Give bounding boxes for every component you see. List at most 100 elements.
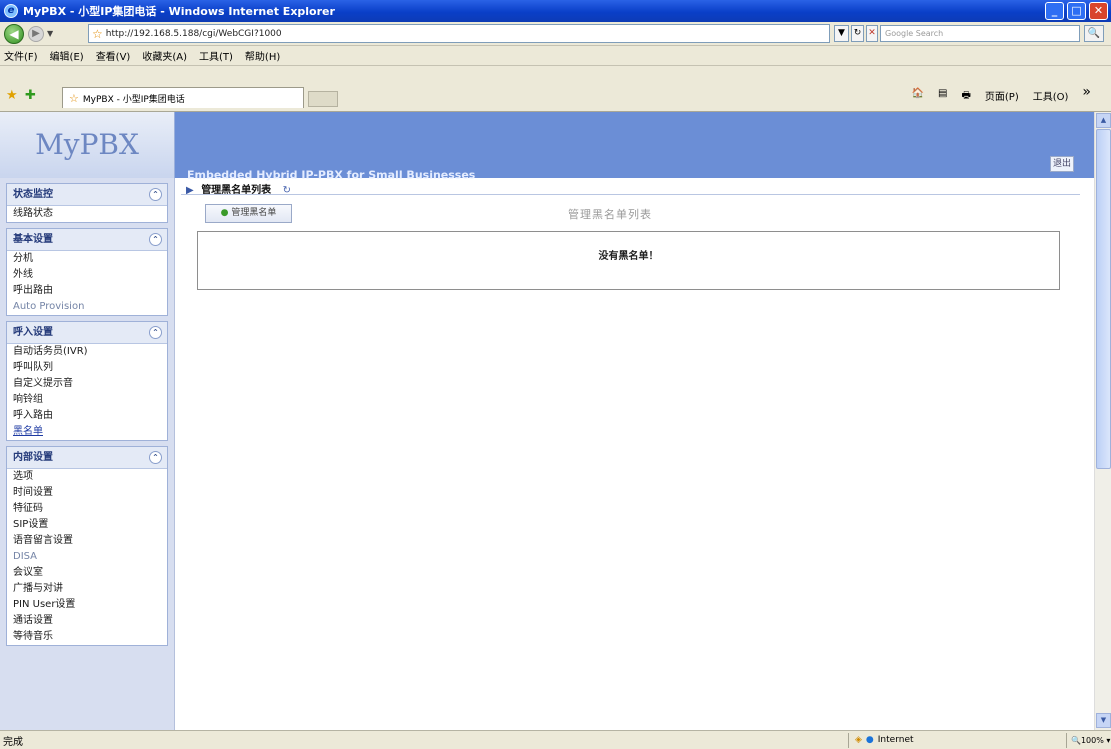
home-icon[interactable]: 🏠 — [912, 88, 924, 105]
sidebar-item-call-queue[interactable]: 呼叫队列 — [7, 360, 167, 376]
security-zone: ◈ ● Internet — [848, 733, 1058, 748]
menu-edit[interactable]: 编辑(E) — [50, 48, 84, 63]
app-header: MyPBX Embedded Hybrid IP-PBX for Small B… — [0, 112, 1094, 182]
favorites-bar: ★ ✚ ☆ MyPBX - 小型IP集团电话 🏠 ▤ 🖶 页面(P) 工具(O)… — [0, 66, 1111, 112]
address-dropdown-icon[interactable]: ▼ — [834, 25, 849, 42]
scroll-up-icon[interactable]: ▲ — [1096, 113, 1111, 128]
close-button[interactable]: ✕ — [1089, 2, 1108, 20]
sidebar-item-disa[interactable]: DISA — [7, 549, 167, 565]
sidebar-item-blacklist[interactable]: 黑名单 — [7, 424, 167, 440]
window-titlebar: e MyPBX - 小型IP集团电话 - Windows Internet Ex… — [0, 0, 1111, 22]
sidebar-group-status: 状态监控 ⌃ 线路状态 — [6, 183, 168, 223]
sidebar-item-custom-prompts[interactable]: 自定义提示音 — [7, 376, 167, 392]
scroll-down-icon[interactable]: ▼ — [1096, 713, 1111, 728]
blacklist-table: 没有黑名单！ — [197, 231, 1060, 290]
forward-button[interactable]: ▶ — [28, 25, 44, 42]
address-text: http://192.168.5.188/cgi/WebCGI?1000 — [105, 28, 282, 39]
tab-page-icon: ☆ — [69, 91, 79, 105]
maximize-button[interactable]: □ — [1067, 2, 1086, 20]
group-title-text: 基本设置 — [13, 234, 53, 245]
address-toolbar: ◀ ▶ ▼ ☆ http://192.168.5.188/cgi/WebCGI?… — [0, 22, 1111, 46]
browser-tab[interactable]: ☆ MyPBX - 小型IP集团电话 — [62, 87, 304, 108]
protected-mode-icon: ◈ — [855, 735, 862, 745]
vertical-scrollbar[interactable]: ▲ ▼ — [1094, 112, 1111, 730]
sidebar-item-pin-user[interactable]: PIN User设置 — [7, 597, 167, 613]
sidebar-item-trunks[interactable]: 外线 — [7, 267, 167, 283]
sidebar-item-auto-provision[interactable]: Auto Provision — [7, 299, 167, 315]
add-favorite-icon[interactable]: ✚ — [25, 88, 36, 103]
menu-file[interactable]: 文件(F) — [4, 48, 38, 63]
collapse-icon[interactable]: ⌃ — [149, 233, 162, 246]
search-input[interactable]: Google Search — [880, 25, 1080, 42]
back-button[interactable]: ◀ — [4, 23, 24, 44]
sidebar-item-ivr[interactable]: 自动话务员(IVR) — [7, 344, 167, 360]
menu-favorites[interactable]: 收藏夹(A) — [142, 48, 187, 63]
zoom-icon: 🔍 — [1071, 736, 1081, 745]
sidebar-item-paging-intercom[interactable]: 广播与对讲 — [7, 581, 167, 597]
new-tab-button[interactable] — [308, 91, 338, 107]
window-title: MyPBX - 小型IP集团电话 - Windows Internet Expl… — [23, 5, 335, 18]
sidebar-group-basic: 基本设置 ⌃ 分机 外线 呼出路由 Auto Provision — [6, 228, 168, 316]
sidebar-group-title[interactable]: 基本设置 ⌃ — [7, 229, 167, 251]
menu-bar: 文件(F) 编辑(E) 查看(V) 收藏夹(A) 工具(T) 帮助(H) — [0, 46, 1111, 66]
sidebar-item-inbound-routes[interactable]: 呼入路由 — [7, 408, 167, 424]
page-menu-button[interactable]: 页面(P) — [985, 88, 1019, 105]
logout-button[interactable]: 退出 — [1050, 156, 1074, 172]
menu-view[interactable]: 查看(V) — [96, 48, 131, 63]
zoom-level: 100% — [1080, 736, 1104, 745]
tab-label: MyPBX - 小型IP集团电话 — [82, 94, 185, 105]
address-input[interactable]: ☆ http://192.168.5.188/cgi/WebCGI?1000 — [88, 24, 830, 43]
sidebar-group-inbound: 呼入设置 ⌃ 自动话务员(IVR) 呼叫队列 自定义提示音 响铃组 呼入路由 黑名… — [6, 321, 168, 441]
manage-blacklist-button[interactable]: ● 管理黑名单 — [205, 204, 292, 223]
group-title-text: 呼入设置 — [13, 327, 53, 338]
history-dropdown-icon[interactable]: ▼ — [47, 29, 53, 38]
refresh-icon[interactable]: ↻ — [851, 25, 864, 42]
sidebar-item-time-settings[interactable]: 时间设置 — [7, 485, 167, 501]
sidebar-group-title[interactable]: 呼入设置 ⌃ — [7, 322, 167, 344]
sidebar-item-line-status[interactable]: 线路状态 — [7, 206, 167, 222]
sidebar-group-internal: 内部设置 ⌃ 选项 时间设置 特征码 SIP设置 语音留言设置 DISA 会议室 … — [6, 446, 168, 646]
sidebar-item-voicemail-settings[interactable]: 语音留言设置 — [7, 533, 167, 549]
group-title-text: 状态监控 — [13, 189, 53, 200]
minimize-button[interactable]: _ — [1045, 2, 1064, 20]
stop-icon[interactable]: ✕ — [866, 25, 878, 42]
command-bar: 🏠 ▤ 🖶 页面(P) 工具(O) » — [912, 85, 1091, 105]
collapse-icon[interactable]: ⌃ — [149, 326, 162, 339]
sidebar-item-call-settings[interactable]: 通话设置 — [7, 613, 167, 629]
tools-menu-button[interactable]: 工具(O) — [1033, 88, 1069, 105]
sidebar-item-outbound-routes[interactable]: 呼出路由 — [7, 283, 167, 299]
add-icon: ● — [220, 208, 229, 218]
status-text: 完成 — [3, 736, 23, 748]
zoom-control[interactable]: 🔍100% ▾ — [1066, 733, 1111, 748]
collapse-icon[interactable]: ⌃ — [149, 188, 162, 201]
favorites-star-icon[interactable]: ★ — [6, 88, 18, 103]
page-content: MyPBX Embedded Hybrid IP-PBX for Small B… — [0, 112, 1094, 730]
sidebar-item-music-on-hold[interactable]: 等待音乐 — [7, 629, 167, 645]
sidebar-item-ring-group[interactable]: 响铃组 — [7, 392, 167, 408]
feeds-icon[interactable]: ▤ — [938, 88, 947, 105]
ie-logo-icon: e — [4, 4, 18, 18]
sidebar-item-extensions[interactable]: 分机 — [7, 251, 167, 267]
app-logo: MyPBX — [0, 112, 175, 178]
group-title-text: 内部设置 — [13, 452, 53, 463]
menu-help[interactable]: 帮助(H) — [245, 48, 280, 63]
status-bar: 完成 ◈ ● Internet 🔍100% ▾ — [0, 730, 1111, 749]
more-commands-icon[interactable]: » — [1082, 85, 1091, 105]
sidebar-item-conference[interactable]: 会议室 — [7, 565, 167, 581]
globe-icon: ● — [865, 735, 874, 745]
app-tagline: Embedded Hybrid IP-PBX for Small Busines… — [187, 168, 476, 182]
sidebar-item-sip-settings[interactable]: SIP设置 — [7, 517, 167, 533]
sidebar-group-title[interactable]: 状态监控 ⌃ — [7, 184, 167, 206]
sidebar-item-feature-codes[interactable]: 特征码 — [7, 501, 167, 517]
sidebar-item-options[interactable]: 选项 — [7, 469, 167, 485]
divider — [181, 194, 1080, 195]
scroll-thumb[interactable] — [1096, 129, 1111, 469]
page-icon: ☆ — [92, 26, 103, 41]
sidebar-group-title[interactable]: 内部设置 ⌃ — [7, 447, 167, 469]
search-icon[interactable]: 🔍 — [1084, 25, 1104, 42]
print-icon[interactable]: 🖶 — [961, 88, 970, 105]
collapse-icon[interactable]: ⌃ — [149, 451, 162, 464]
zone-label: Internet — [877, 735, 914, 745]
menu-tools[interactable]: 工具(T) — [199, 48, 233, 63]
sidebar: 状态监控 ⌃ 线路状态 基本设置 ⌃ 分机 外线 呼出路由 Auto Provisi… — [0, 178, 175, 730]
